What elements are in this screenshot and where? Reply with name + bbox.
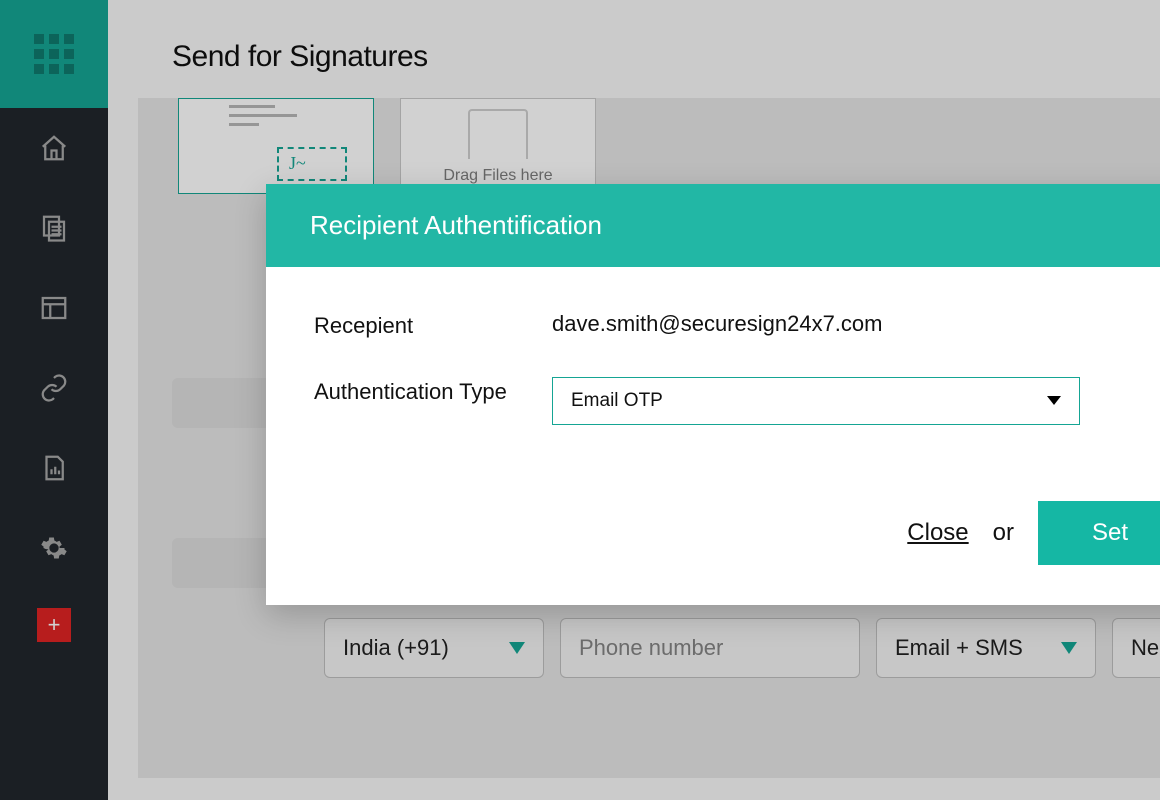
documents-icon bbox=[39, 213, 69, 243]
close-button[interactable]: Close bbox=[907, 519, 968, 547]
sidebar-report[interactable] bbox=[0, 428, 108, 508]
sidebar-link[interactable] bbox=[0, 348, 108, 428]
home-icon bbox=[39, 133, 69, 163]
upload-icon bbox=[468, 109, 528, 159]
dropzone[interactable]: Drag Files here bbox=[400, 98, 596, 194]
recipient-label: Recepient bbox=[314, 311, 552, 341]
chevron-down-icon bbox=[509, 642, 525, 654]
modal-title: Recipient Authentification bbox=[266, 184, 1160, 267]
set-button[interactable]: Set bbox=[1038, 501, 1160, 565]
sidebar-table[interactable] bbox=[0, 268, 108, 348]
signature-placeholder-icon: J~ bbox=[277, 147, 347, 181]
link-icon bbox=[39, 373, 69, 403]
document-card[interactable]: J~ bbox=[178, 98, 374, 194]
plus-icon: + bbox=[48, 612, 61, 638]
recipient-form-row: India (+91) Phone number Email + SMS Nee bbox=[324, 618, 1160, 678]
phone-input[interactable]: Phone number bbox=[560, 618, 860, 678]
chevron-down-icon bbox=[1061, 642, 1077, 654]
sidebar: + bbox=[0, 0, 108, 800]
country-code-select[interactable]: India (+91) bbox=[324, 618, 544, 678]
recipient-value: dave.smith@securesign24x7.com bbox=[552, 311, 882, 337]
delivery-select[interactable]: Email + SMS bbox=[876, 618, 1096, 678]
document-cards: J~ Drag Files here bbox=[138, 98, 1160, 194]
main-area: Send for Signatures J~ Drag Files here bbox=[108, 0, 1160, 800]
document-lines-icon bbox=[229, 105, 297, 132]
sidebar-settings[interactable] bbox=[0, 508, 108, 588]
role-select[interactable]: Nee bbox=[1112, 618, 1160, 678]
page-title: Send for Signatures bbox=[172, 40, 1160, 74]
caret-down-icon bbox=[1047, 396, 1061, 405]
apps-grid-icon bbox=[34, 34, 74, 74]
or-text: or bbox=[993, 519, 1014, 547]
report-icon bbox=[39, 453, 69, 483]
auth-type-value: Email OTP bbox=[571, 390, 663, 412]
dropzone-label: Drag Files here bbox=[443, 167, 552, 185]
auth-type-label: Authentication Type bbox=[314, 377, 552, 407]
phone-placeholder: Phone number bbox=[579, 635, 723, 661]
auth-type-select[interactable]: Email OTP bbox=[552, 377, 1080, 425]
recipient-auth-modal: Recipient Authentification Recepient dav… bbox=[266, 184, 1160, 605]
role-value: Nee bbox=[1131, 635, 1160, 661]
gear-icon bbox=[40, 534, 68, 562]
country-code-value: India (+91) bbox=[343, 635, 449, 661]
sidebar-home[interactable] bbox=[0, 108, 108, 188]
delivery-value: Email + SMS bbox=[895, 635, 1023, 661]
sidebar-documents[interactable] bbox=[0, 188, 108, 268]
table-icon bbox=[39, 293, 69, 323]
sidebar-add-button[interactable]: + bbox=[37, 608, 71, 642]
sidebar-apps[interactable] bbox=[0, 0, 108, 108]
